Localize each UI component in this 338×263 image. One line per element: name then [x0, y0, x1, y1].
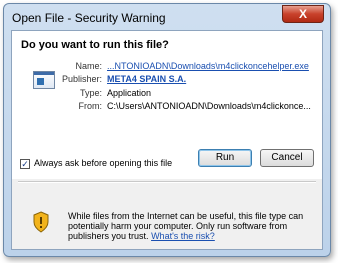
security-shield-icon [33, 211, 49, 233]
file-info-panel: Do you want to run this file? Name: ...N… [12, 31, 322, 179]
from-label: From: [78, 101, 103, 111]
question-heading: Do you want to run this file? [21, 39, 169, 51]
close-icon: X [298, 7, 307, 21]
publisher-link[interactable]: META4 SPAIN S.A. [107, 74, 186, 84]
from-value: C:\Users\ANTONIOADN\Downloads\m4clickonc… [107, 101, 311, 111]
file-name-link[interactable]: ...NTONIOADN\Downloads\m4clickoncehelper… [107, 61, 309, 71]
warning-message: While files from the Internet can be use… [68, 211, 304, 241]
divider [18, 181, 316, 183]
cancel-button[interactable]: Cancel [260, 149, 314, 167]
always-ask-label[interactable]: Always ask before opening this file [34, 158, 172, 168]
security-warning-dialog: Open File - Security Warning X Do you wa… [3, 3, 331, 257]
name-label: Name: [75, 61, 102, 71]
run-button[interactable]: Run [198, 149, 252, 167]
dialog-body: Do you want to run this file? Name: ...N… [11, 30, 323, 250]
always-ask-checkbox[interactable]: ✓ [20, 159, 30, 169]
type-label: Type: [79, 88, 102, 98]
window-title: Open File - Security Warning [12, 11, 166, 25]
whats-the-risk-link[interactable]: What's the risk? [151, 231, 215, 241]
close-button[interactable]: X [282, 5, 324, 23]
type-value: Application [107, 88, 152, 98]
title-bar[interactable]: Open File - Security Warning X [4, 4, 330, 30]
publisher-label: Publisher: [61, 74, 102, 84]
